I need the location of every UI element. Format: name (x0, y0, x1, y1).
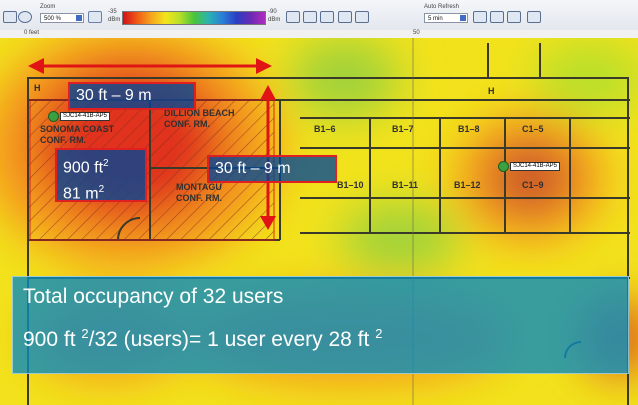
zoom-select[interactable]: 500 % (40, 13, 84, 23)
signal-scale-bar (122, 11, 266, 25)
auto-refresh-value: 5 min (428, 16, 443, 22)
select-icon[interactable] (320, 11, 334, 23)
occupancy-calculation: 900 ft 2/32 (users)= 1 user every 28 ft … (23, 326, 383, 351)
access-point-2[interactable]: SJC14-41B-AP5 (498, 161, 561, 172)
room-montagu-type: CONF. RM. (176, 193, 222, 203)
zoom-label: Zoom (40, 4, 56, 10)
area-label: 900 ft2 81 m2 (55, 148, 147, 203)
auto-refresh-label: Auto Refresh (424, 4, 460, 10)
room-c1-9: C1–9 (522, 180, 544, 190)
room-b1-8: B1–8 (458, 124, 480, 134)
room-sonoma-name: SONOMA COAST (40, 124, 115, 134)
chevron-down-icon (460, 15, 466, 21)
access-point-label: SJC14-41B-AP5 (510, 162, 561, 171)
access-point-1[interactable]: SJC14-41B-AP5 (48, 111, 111, 122)
room-dillon-type: CONF. RM. (164, 119, 210, 129)
room-marker-h2: H (488, 86, 495, 96)
print-icon[interactable] (507, 11, 521, 23)
room-b1-11: B1–11 (392, 180, 419, 190)
scale-unit-left: dBm (108, 17, 121, 23)
room-montagu-name: MONTAGU (176, 182, 222, 192)
scale-max: -90 (268, 9, 277, 15)
pan-icon[interactable] (3, 11, 17, 23)
occupancy-total: Total occupancy of 32 users (23, 285, 284, 308)
room-b1-6: B1–6 (314, 124, 336, 134)
email-icon[interactable] (527, 11, 541, 23)
scale-min: -35 (108, 9, 117, 15)
auto-refresh-select[interactable]: 5 min (424, 13, 468, 23)
area-meters: 81 m2 (63, 184, 105, 203)
refresh-icon[interactable] (473, 11, 487, 23)
map-toolbar: Zoom 500 % -35 dBm -90 dBm Auto Refresh … (0, 0, 638, 31)
antenna-icon[interactable] (338, 11, 352, 23)
chevron-down-icon (76, 15, 82, 21)
zoom-value: 500 % (44, 16, 62, 22)
ruler-mid: 50 (413, 30, 420, 36)
scale-unit-right: dBm (268, 17, 281, 23)
room-sonoma-type: CONF. RM. (40, 135, 86, 145)
search-icon[interactable] (18, 11, 32, 23)
zoom-out-icon[interactable] (303, 11, 317, 23)
room-b1-7: B1–7 (392, 124, 414, 134)
room-b1-10: B1–10 (337, 180, 364, 190)
room-c1-5: C1–5 (522, 124, 544, 134)
room-b1-12: B1–12 (454, 180, 481, 190)
access-point-icon (498, 161, 509, 172)
ruler-start: 0 feet (24, 30, 40, 36)
width-dimension-label: 30 ft – 9 m (68, 82, 196, 110)
grid-icon[interactable] (88, 11, 102, 23)
room-marker-h1: H (34, 83, 41, 93)
zoom-in-icon[interactable] (286, 11, 300, 23)
access-point-icon (48, 111, 59, 122)
grid-view-icon[interactable] (490, 11, 504, 23)
area-feet: 900 ft2 (63, 158, 109, 177)
height-dimension-label: 30 ft – 9 m (207, 155, 337, 183)
filter-icon[interactable] (355, 11, 369, 23)
access-point-label: SJC14-41B-AP5 (60, 112, 111, 121)
occupancy-banner: Total occupancy of 32 users 900 ft 2/32 … (12, 276, 629, 374)
